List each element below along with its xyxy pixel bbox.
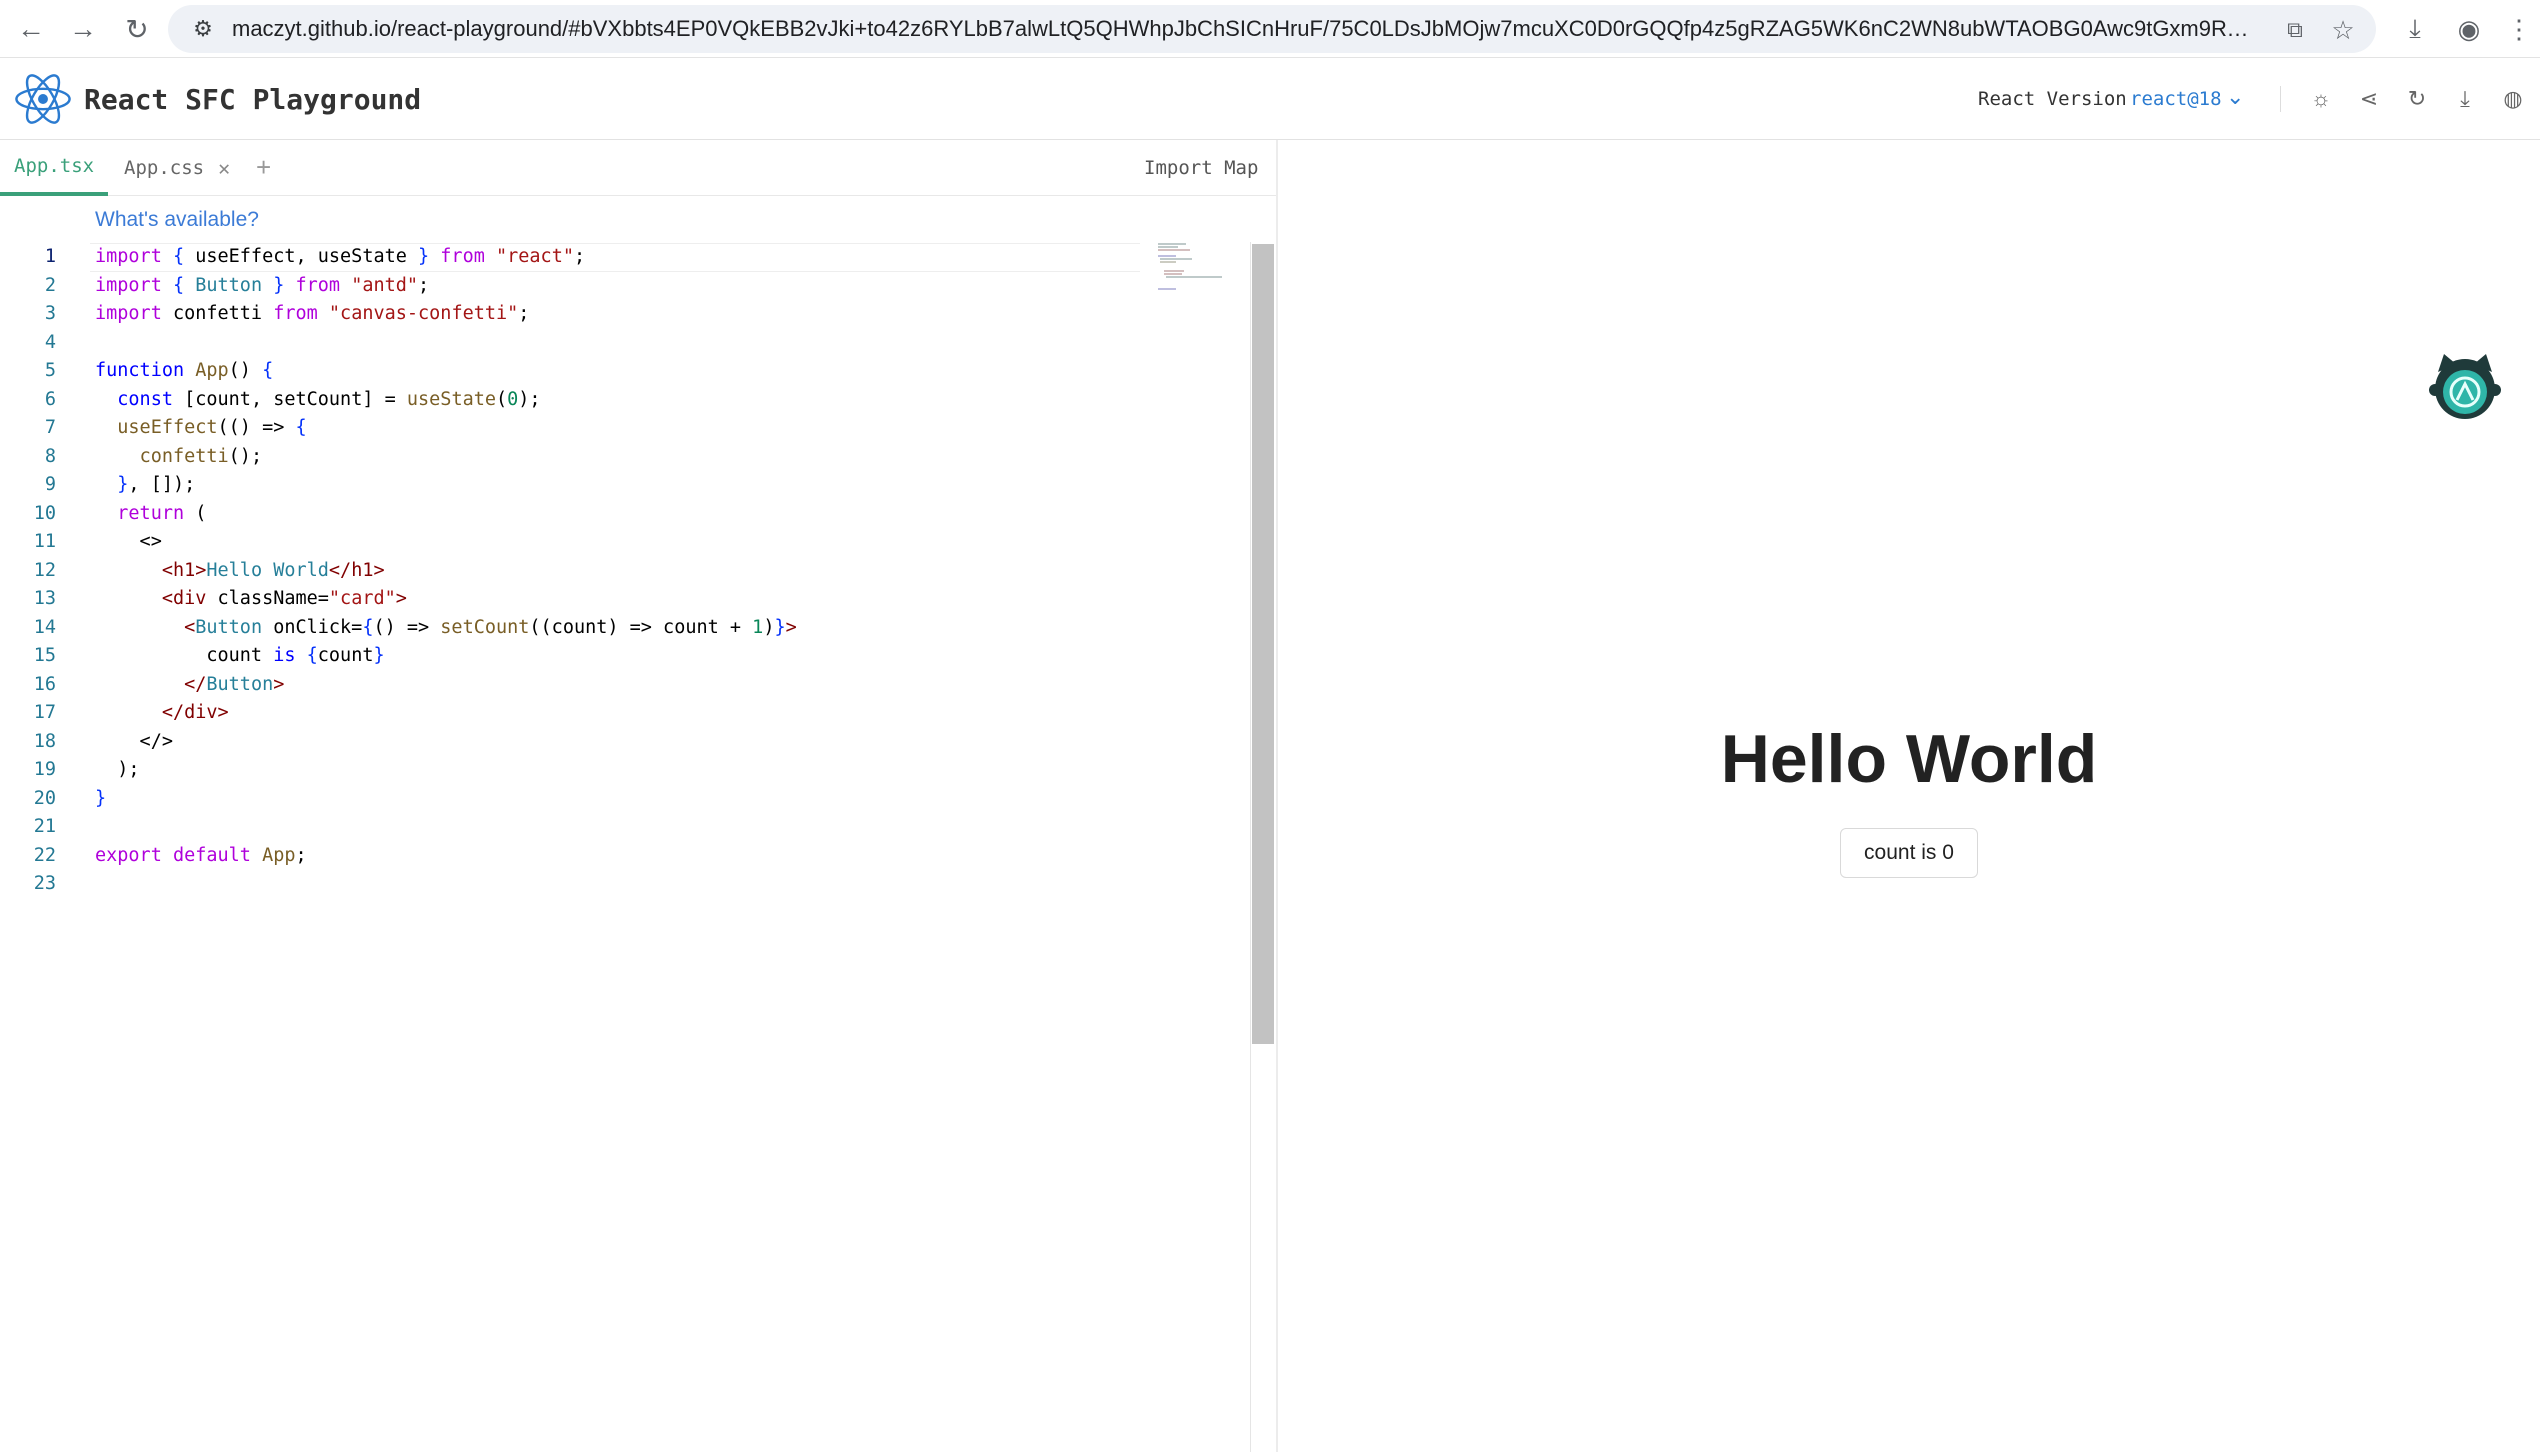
line-number: 7	[44, 417, 56, 438]
code-line: 23	[0, 870, 1250, 899]
preview-heading: Hello World	[1720, 721, 2098, 797]
line-number: 5	[44, 360, 56, 381]
line-number: 10	[33, 502, 56, 524]
app-title: React SFC Playground	[84, 83, 422, 116]
line-number: 3	[44, 303, 56, 324]
line-number: 17	[33, 702, 56, 723]
react-version-select[interactable]: react@18	[2130, 88, 2222, 110]
app-header: React SFC Playground React Version react…	[0, 58, 2540, 140]
line-number: 13	[33, 588, 56, 609]
code-lines[interactable]: 1 import { useEffect, useState } from "re…	[0, 243, 1250, 899]
line-number: 16	[33, 673, 56, 695]
code-line: 13 <div className="card">	[0, 585, 1250, 614]
add-file-button[interactable]: +	[256, 152, 271, 183]
line-number: 12	[33, 559, 56, 581]
line-number: 21	[33, 816, 56, 837]
menu-kebab-icon[interactable]: ⋮	[2498, 8, 2540, 50]
code-line: 20}	[0, 785, 1250, 814]
cat-mascot-icon[interactable]	[2428, 350, 2502, 424]
code-line: 2 import { Button } from "antd";	[0, 272, 1250, 301]
url-text[interactable]: maczyt.github.io/react-playground/#bVXbb…	[232, 16, 2252, 42]
line-number: 19	[33, 759, 56, 780]
line-number: 6	[44, 388, 56, 410]
tab-app-css[interactable]: App.css ✕	[124, 140, 230, 196]
preview-pane: Hello World count is 0	[1278, 140, 2540, 1452]
file-tabs: App.tsx App.css ✕ + Import Map	[0, 140, 1276, 196]
site-info-icon[interactable]: ⚙	[190, 16, 216, 42]
react-logo-icon	[15, 74, 71, 124]
line-number: 23	[33, 873, 56, 894]
download-project-icon[interactable]: ⤓	[2448, 82, 2482, 116]
tab-label: App.css	[124, 157, 205, 179]
line-number: 11	[33, 531, 56, 552]
download-icon[interactable]: ⤓	[2394, 8, 2436, 50]
code-line: 5 function App() {	[0, 357, 1250, 386]
code-line: 12 <h1>Hello World</h1>	[0, 557, 1250, 586]
line-number: 8	[44, 445, 56, 467]
line-number: 1	[44, 246, 56, 267]
tab-label: App.tsx	[14, 155, 95, 177]
back-icon[interactable]: ←	[10, 8, 52, 50]
code-minimap[interactable]	[1156, 242, 1226, 292]
code-editor[interactable]: What's available? 1 import { useEffect, u…	[0, 196, 1276, 1452]
react-version-label: React Version	[1978, 88, 2127, 110]
browser-toolbar: ← → ↻ ⚙ maczyt.github.io/react-playgroun…	[0, 0, 2540, 58]
whats-available-link[interactable]: What's available?	[95, 208, 259, 232]
line-number: 22	[33, 844, 56, 866]
theme-toggle-sun-icon[interactable]: ☼	[2304, 82, 2338, 116]
line-number: 9	[44, 474, 56, 495]
reload-preview-icon[interactable]: ↻	[2400, 82, 2434, 116]
bookmark-star-icon[interactable]: ☆	[2326, 13, 2360, 47]
code-line: 18 </>	[0, 728, 1250, 757]
count-button[interactable]: count is 0	[1840, 828, 1978, 878]
line-number: 4	[44, 331, 56, 353]
code-line: 22 export default App;	[0, 842, 1250, 871]
code-line: 3 import confetti from "canvas-confetti";	[0, 300, 1250, 329]
scrollbar-track	[1250, 242, 1251, 1452]
line-number: 2	[44, 274, 56, 296]
chevron-down-icon[interactable]: ⌄	[2226, 84, 2244, 110]
import-map-tab[interactable]: Import Map	[1144, 157, 1258, 179]
code-line: 10 return (	[0, 500, 1250, 529]
code-line: 9 }, []);	[0, 471, 1250, 500]
share-icon[interactable]: ⋖	[2352, 82, 2386, 116]
code-line: 15 count is {count}	[0, 642, 1250, 671]
code-line: 14 <Button onClick={() => setCount((coun…	[0, 614, 1250, 643]
vertical-scrollbar[interactable]	[1252, 244, 1274, 1044]
code-line: 6 const [count, setCount] = useState(0);	[0, 386, 1250, 415]
forward-icon[interactable]: →	[62, 8, 104, 50]
code-line: 7 useEffect(() => {	[0, 414, 1250, 443]
github-icon[interactable]: ◍	[2496, 82, 2530, 116]
tab-app-tsx[interactable]: App.tsx	[0, 140, 109, 196]
code-line: 19 );	[0, 756, 1250, 785]
translate-icon[interactable]: ⧉	[2278, 13, 2312, 47]
line-number: 15	[33, 645, 56, 666]
line-number: 18	[33, 730, 56, 752]
code-line: 1 import { useEffect, useState } from "re…	[0, 243, 1250, 272]
code-line: 11 <>	[0, 528, 1250, 557]
close-icon[interactable]: ✕	[218, 156, 230, 180]
header-divider	[2280, 86, 2281, 112]
line-number: 14	[33, 616, 56, 638]
code-line: 17 </div>	[0, 699, 1250, 728]
code-line: 4	[0, 329, 1250, 358]
reload-icon[interactable]: ↻	[116, 8, 158, 50]
code-line: 8 confetti();	[0, 443, 1250, 472]
line-number: 20	[33, 787, 56, 809]
profile-icon[interactable]: ◉	[2448, 8, 2490, 50]
code-line: 21	[0, 813, 1250, 842]
address-bar[interactable]: ⚙ maczyt.github.io/react-playground/#bVX…	[168, 5, 2376, 53]
code-line: 16 </Button>	[0, 671, 1250, 700]
